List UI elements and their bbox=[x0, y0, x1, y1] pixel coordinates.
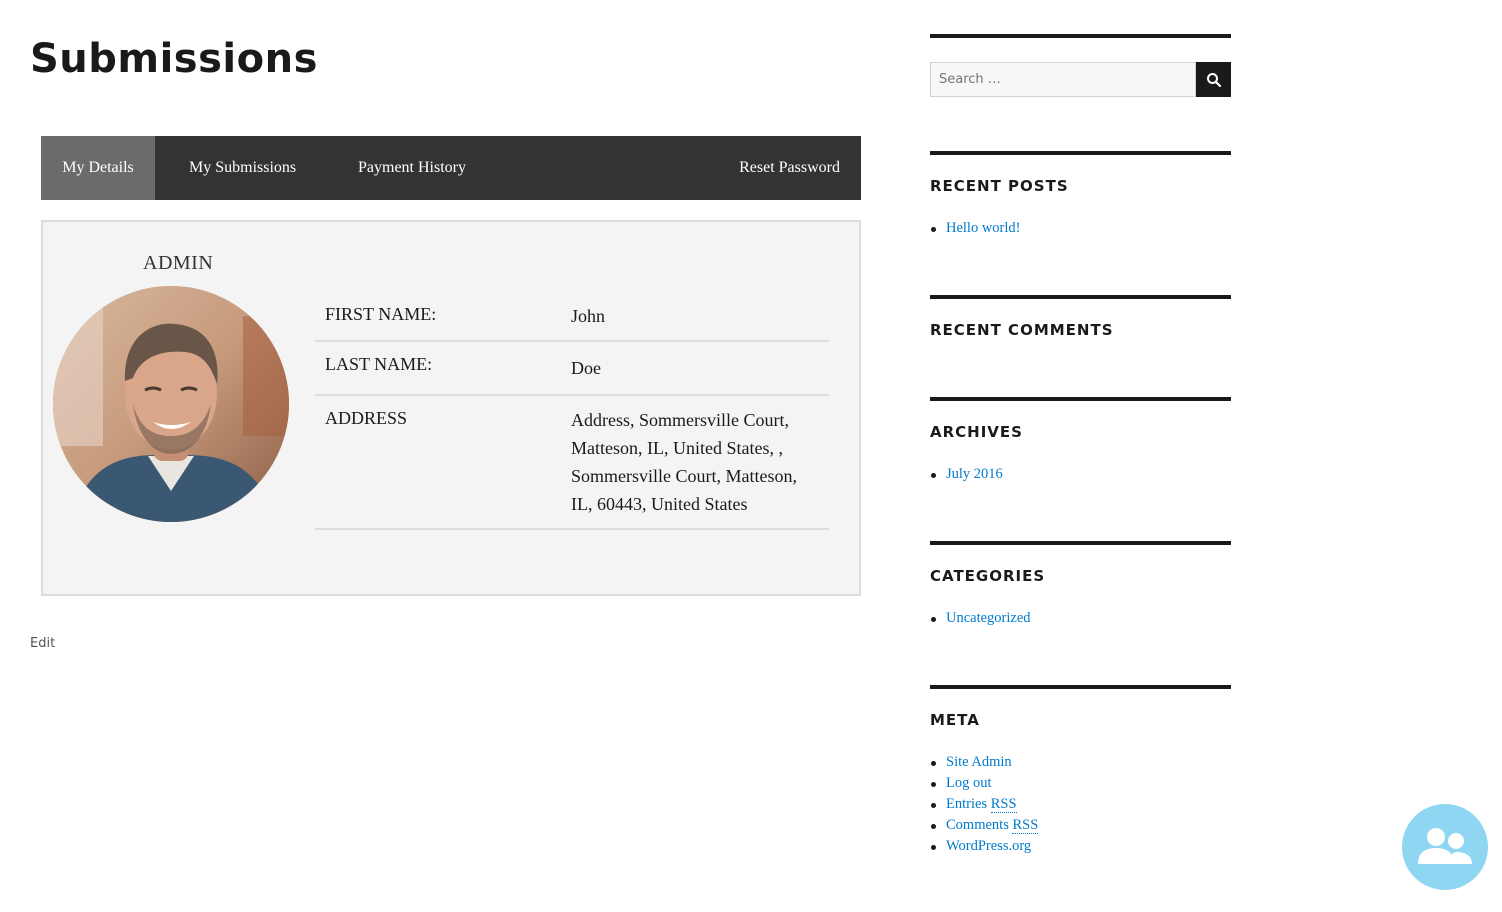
list-item[interactable]: Uncategorized bbox=[931, 608, 1031, 629]
archives-list: July 2016 bbox=[931, 464, 1003, 485]
comments-label: Comments bbox=[946, 817, 1009, 833]
archives-title: ARCHIVES bbox=[930, 423, 1023, 441]
page-title: Submissions bbox=[30, 36, 318, 82]
user-photo-avatar-icon bbox=[53, 286, 289, 522]
tab-my-submissions[interactable]: My Submissions bbox=[189, 136, 296, 200]
search-input[interactable] bbox=[930, 62, 1196, 97]
last-name-value: Doe bbox=[571, 358, 601, 378]
users-fab-button[interactable] bbox=[1402, 804, 1488, 890]
last-name-label: LAST NAME: bbox=[325, 354, 433, 374]
recent-posts-title: RECENT POSTS bbox=[930, 177, 1069, 195]
account-tabs: My Details My Submissions Payment Histor… bbox=[41, 136, 861, 200]
recent-posts-list: Hello world! bbox=[931, 218, 1021, 239]
detail-row-first-name: FIRST NAME: John bbox=[315, 292, 829, 342]
profile-card: ADMIN FIRST NAME: John LAST NAME: Doe AD… bbox=[41, 220, 861, 596]
users-icon bbox=[1418, 828, 1472, 864]
archives-widget: ARCHIVES July 2016 bbox=[930, 397, 1231, 507]
first-name-label: FIRST NAME: bbox=[325, 304, 437, 324]
entries-label: Entries bbox=[946, 796, 988, 812]
detail-row-last-name: LAST NAME: Doe bbox=[315, 342, 829, 396]
search-widget bbox=[930, 34, 1231, 104]
tab-reset-password[interactable]: Reset Password bbox=[739, 136, 840, 200]
address-value: Address, Sommersville Court, Matteson, I… bbox=[571, 410, 797, 514]
meta-comments-rss-link[interactable]: Comments RSS bbox=[930, 815, 1039, 836]
edit-link[interactable]: Edit bbox=[30, 636, 55, 651]
list-item[interactable]: Hello world! bbox=[931, 218, 1021, 239]
profile-details-table: FIRST NAME: John LAST NAME: Doe ADDRESS … bbox=[315, 292, 829, 530]
categories-widget: CATEGORIES Uncategorized bbox=[930, 541, 1231, 651]
meta-wordpress-org-link[interactable]: WordPress.org bbox=[930, 836, 1038, 857]
entries-rss-abbr: RSS bbox=[990, 796, 1017, 813]
search-button[interactable] bbox=[1196, 62, 1231, 97]
recent-comments-title: RECENT COMMENTS bbox=[930, 321, 1114, 339]
list-item[interactable]: July 2016 bbox=[931, 464, 1003, 485]
meta-site-admin-link[interactable]: Site Admin bbox=[930, 752, 1038, 773]
meta-log-out-link[interactable]: Log out bbox=[930, 773, 1038, 794]
categories-title: CATEGORIES bbox=[930, 567, 1046, 585]
detail-row-address: ADDRESS Address, Sommersville Court, Mat… bbox=[315, 396, 829, 530]
categories-list: Uncategorized bbox=[931, 608, 1031, 629]
first-name-value: John bbox=[571, 306, 606, 326]
meta-entries-rss-link[interactable]: Entries RSS bbox=[930, 794, 1038, 815]
profile-avatar bbox=[53, 286, 289, 522]
search-icon bbox=[1206, 72, 1221, 87]
meta-widget: META Site Admin Log out Entries RSS Comm… bbox=[930, 685, 1231, 865]
address-label: ADDRESS bbox=[325, 408, 408, 428]
tab-my-details[interactable]: My Details bbox=[41, 136, 155, 200]
meta-list: Site Admin Log out Entries RSS Comments … bbox=[930, 752, 1039, 857]
recent-comments-widget: RECENT COMMENTS bbox=[930, 295, 1231, 365]
meta-title: META bbox=[930, 711, 980, 729]
comments-rss-abbr: RSS bbox=[1012, 817, 1039, 834]
recent-posts-widget: RECENT POSTS Hello world! bbox=[930, 151, 1231, 261]
tab-payment-history[interactable]: Payment History bbox=[358, 136, 466, 200]
profile-username: ADMIN bbox=[143, 252, 214, 274]
